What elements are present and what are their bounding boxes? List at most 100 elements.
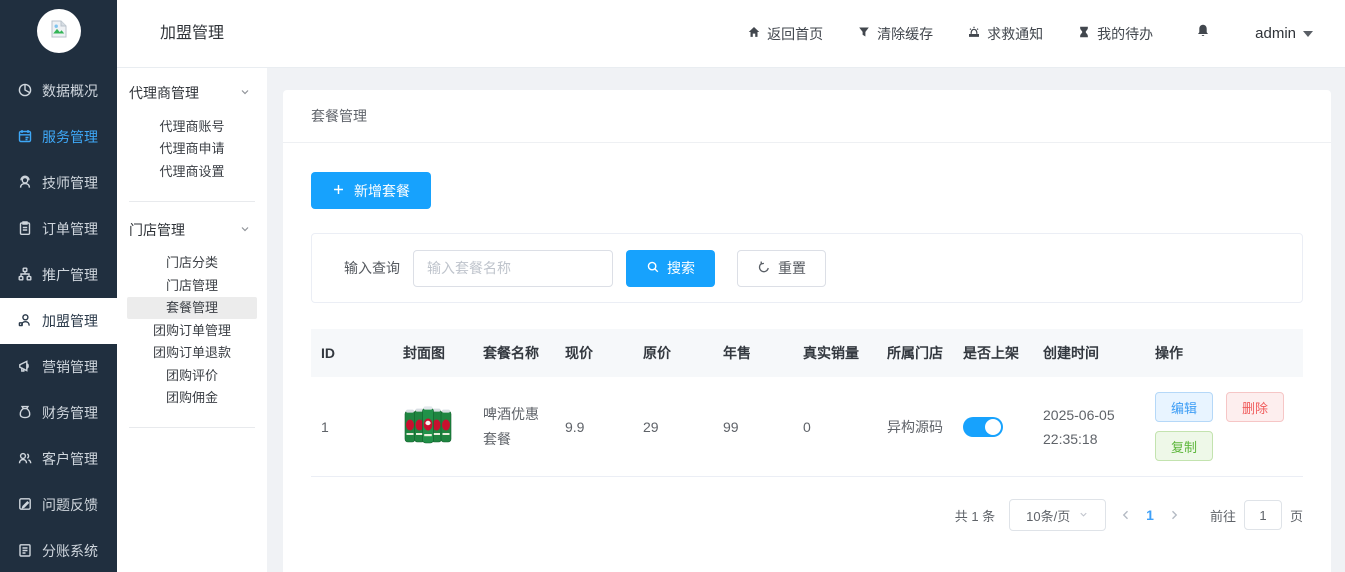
sidebar-item-label: 分账系统 (42, 541, 98, 561)
secondary-sidebar: 加盟管理 代理商管理 代理商账号 代理商申请 代理商设置 门店管理 门店分类 门… (117, 0, 267, 572)
cell-store: 异构源码 (877, 377, 953, 477)
reset-button[interactable]: 重置 (737, 250, 826, 287)
current-page[interactable]: 1 (1146, 507, 1154, 523)
cell-original-price: 29 (633, 377, 713, 477)
sidebar-item-label: 财务管理 (42, 403, 98, 423)
prev-page-button[interactable] (1120, 509, 1132, 521)
submenu-group-order-mgmt[interactable]: 团购订单管理 (127, 319, 257, 342)
module-title: 加盟管理 (117, 0, 267, 68)
breadcrumb: 套餐管理 (283, 90, 1331, 143)
cell-name: 啤酒优惠套餐 (473, 377, 555, 477)
col-id: ID (311, 329, 393, 377)
submenu-agent-account[interactable]: 代理商账号 (127, 115, 257, 138)
sidebar-item-feedback[interactable]: 问题反馈 (0, 482, 117, 528)
search-button-label: 搜索 (667, 258, 695, 278)
promotion-icon (17, 266, 33, 285)
home-icon (747, 25, 761, 42)
submenu-agent-settings[interactable]: 代理商设置 (127, 160, 257, 183)
sidebar-item-ledger-system[interactable]: 分账系统 (0, 528, 117, 572)
main-column: 返回首页 清除缓存 求救通知 我的待办 admin (267, 0, 1345, 572)
my-todo-link[interactable]: 我的待办 (1077, 24, 1153, 44)
submenu-group-commission[interactable]: 团购佣金 (127, 387, 257, 410)
divider (129, 427, 255, 428)
cell-cover (393, 377, 473, 477)
goto-page-input[interactable] (1244, 500, 1282, 530)
submenu-store-category[interactable]: 门店分类 (127, 252, 257, 275)
chevron-down-icon (239, 85, 251, 101)
sidebar-item-technician-mgmt[interactable]: 技师管理 (0, 160, 117, 206)
primary-nav: 数据概况 服务管理 技师管理 订单管理 推广管理 加盟管理 (0, 62, 117, 572)
search-panel: 输入查询 搜索 重置 (311, 233, 1303, 303)
menu-group-store-mgmt[interactable]: 门店管理 (117, 212, 267, 248)
content-area: 套餐管理 新增套餐 输入查询 搜索 (267, 68, 1345, 572)
sidebar-item-label: 数据概况 (42, 81, 98, 101)
alarm-icon (967, 25, 981, 42)
customer-icon (17, 450, 33, 469)
reset-button-label: 重置 (778, 258, 806, 278)
sidebar-item-label: 服务管理 (42, 127, 98, 147)
submenu-store-mgmt[interactable]: 门店管理 (127, 274, 257, 297)
menu-group-items: 代理商账号 代理商申请 代理商设置 (117, 111, 267, 185)
menu-group-label: 代理商管理 (129, 83, 199, 103)
page-size-select[interactable]: 10条/页 (1009, 499, 1106, 531)
toggle-knob (985, 419, 1001, 435)
col-actions: 操作 (1145, 329, 1303, 377)
breadcrumb-label: 套餐管理 (311, 106, 367, 126)
cell-id: 1 (311, 377, 393, 477)
sidebar-item-customer-mgmt[interactable]: 客户管理 (0, 436, 117, 482)
delete-button[interactable]: 删除 (1226, 392, 1284, 422)
sidebar-item-order-mgmt[interactable]: 订单管理 (0, 206, 117, 252)
beer-pack-image[interactable] (403, 400, 453, 453)
sidebar-item-finance-mgmt[interactable]: 财务管理 (0, 390, 117, 436)
logo-circle (37, 9, 81, 53)
sidebar-item-franchise-mgmt[interactable]: 加盟管理 (0, 298, 117, 344)
top-link-label: 我的待办 (1097, 24, 1153, 44)
back-home-link[interactable]: 返回首页 (747, 24, 823, 44)
cell-annual-sales: 99 (713, 377, 793, 477)
user-menu[interactable]: admin (1255, 25, 1313, 42)
sos-notice-link[interactable]: 求救通知 (967, 24, 1043, 44)
finance-icon (17, 404, 33, 423)
bell-icon (1195, 23, 1211, 44)
package-mgmt-card: 套餐管理 新增套餐 输入查询 搜索 (283, 90, 1331, 572)
package-table: ID 封面图 套餐名称 现价 原价 年售 真实销量 所属门店 是否上架 创建时间… (311, 329, 1303, 477)
sidebar-item-marketing-mgmt[interactable]: 营销管理 (0, 344, 117, 390)
username: admin (1255, 25, 1296, 42)
on-shelf-toggle[interactable] (963, 417, 1003, 437)
submenu-agent-apply[interactable]: 代理商申请 (127, 138, 257, 161)
clear-cache-link[interactable]: 清除缓存 (857, 24, 933, 44)
add-package-button[interactable]: 新增套餐 (311, 172, 431, 209)
sidebar-item-label: 推广管理 (42, 265, 98, 285)
chevron-down-icon (1078, 508, 1089, 523)
order-icon (17, 220, 33, 239)
cell-created: 2025-06-0522:35:18 (1033, 377, 1145, 477)
sidebar-item-label: 营销管理 (42, 357, 98, 377)
edit-button[interactable]: 编辑 (1155, 392, 1213, 422)
funnel-icon (857, 25, 871, 42)
notifications-button[interactable] (1195, 23, 1211, 44)
search-label: 输入查询 (344, 258, 400, 278)
logo[interactable] (0, 0, 117, 62)
sidebar-item-service-mgmt[interactable]: 服务管理 (0, 114, 117, 160)
col-on-shelf: 是否上架 (953, 329, 1033, 377)
search-button[interactable]: 搜索 (626, 250, 715, 287)
sidebar-item-label: 加盟管理 (42, 311, 98, 331)
app-window: 数据概况 服务管理 技师管理 订单管理 推广管理 加盟管理 (0, 0, 1345, 572)
ledger-icon (17, 542, 33, 561)
menu-group-agent-mgmt[interactable]: 代理商管理 (117, 75, 267, 111)
next-page-button[interactable] (1168, 509, 1180, 521)
primary-sidebar: 数据概况 服务管理 技师管理 订单管理 推广管理 加盟管理 (0, 0, 117, 572)
submenu-group-review[interactable]: 团购评价 (127, 364, 257, 387)
pie-chart-icon (17, 82, 33, 101)
service-calendar-icon (17, 128, 33, 147)
menu-group-label: 门店管理 (129, 220, 185, 240)
row-actions: 编辑 删除 复制 (1155, 392, 1295, 461)
submenu-group-order-refund[interactable]: 团购订单退款 (127, 342, 257, 365)
table-row: 1 (311, 377, 1303, 477)
search-input[interactable] (413, 250, 613, 287)
sidebar-item-promotion-mgmt[interactable]: 推广管理 (0, 252, 117, 298)
copy-button[interactable]: 复制 (1155, 431, 1213, 461)
col-original-price: 原价 (633, 329, 713, 377)
submenu-package-mgmt[interactable]: 套餐管理 (127, 297, 257, 320)
sidebar-item-data-overview[interactable]: 数据概况 (0, 68, 117, 114)
